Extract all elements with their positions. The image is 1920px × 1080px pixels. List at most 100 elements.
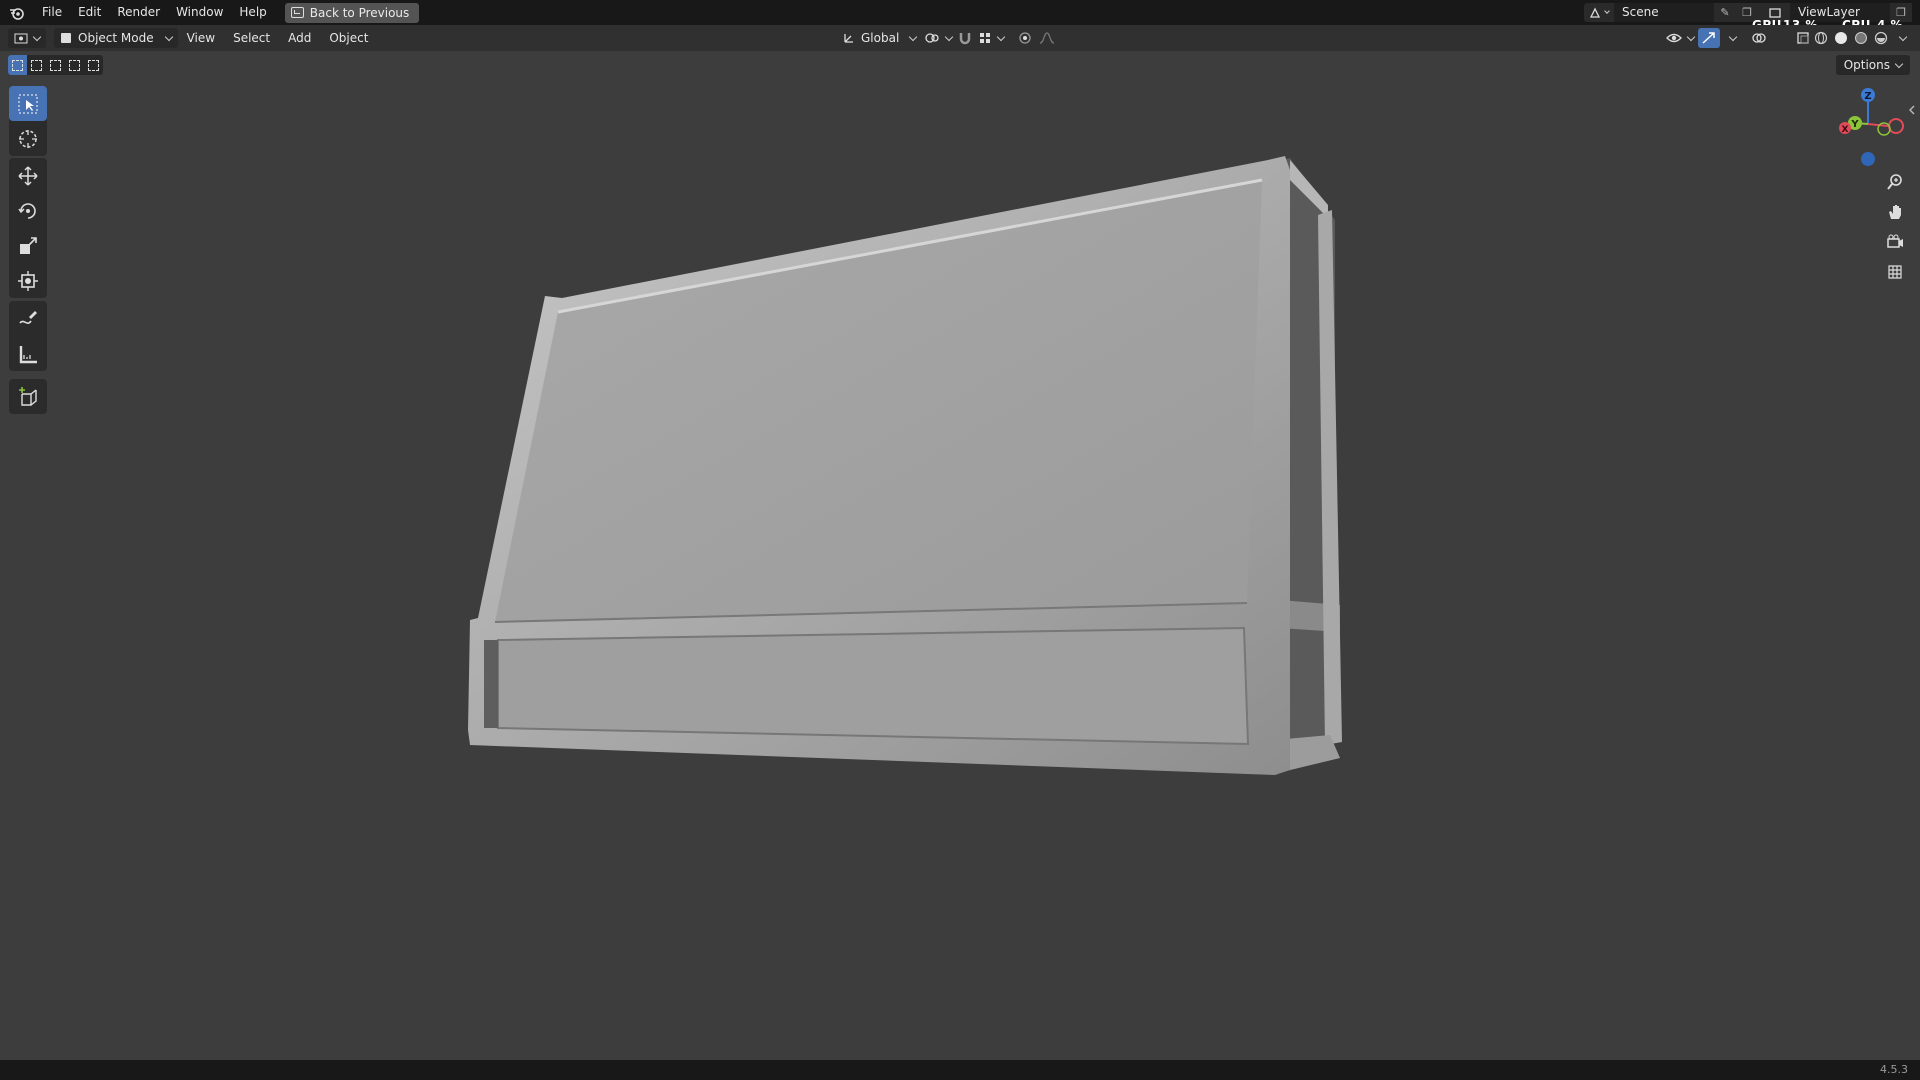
pivot-icon (925, 33, 939, 43)
select-invert-icon (69, 59, 80, 71)
status-bar: 4.5.3 (0, 1060, 1920, 1080)
visibility-dropdown[interactable] (1660, 28, 1700, 48)
camera-icon (1887, 234, 1903, 248)
solid-sphere-icon (1835, 32, 1847, 44)
back-icon (290, 7, 304, 18)
blender-logo-icon[interactable] (0, 0, 34, 25)
toolbar-transform-group (9, 158, 47, 298)
gizmo-z-negative[interactable] (1861, 152, 1875, 166)
mode-dropdown[interactable]: Object Mode (54, 28, 178, 48)
viewport-header: Object Mode View Select Add Object Globa… (0, 25, 1920, 51)
shading-rendered-button[interactable] (1872, 28, 1890, 48)
menu-object[interactable]: Object (320, 25, 377, 51)
hand-icon (1889, 205, 1901, 219)
chevron-down-icon (909, 32, 918, 41)
select-new-icon (12, 59, 23, 71)
select-invert-button[interactable] (65, 55, 84, 75)
snap-target-dropdown[interactable] (972, 28, 1010, 48)
select-box-icon (18, 94, 38, 113)
chevron-down-icon (1728, 32, 1738, 41)
viewport-canvas[interactable] (0, 51, 1920, 1060)
falloff-curve-icon (1039, 32, 1055, 44)
select-extend-icon (31, 59, 42, 71)
wireframe-sphere-icon (1814, 31, 1828, 45)
snap-grid-icon (980, 33, 990, 43)
editor-type-icon (14, 33, 28, 44)
menu-add[interactable]: Add (279, 25, 320, 51)
overlays-icon (1752, 33, 1766, 43)
grid-perspective-icon (1888, 265, 1902, 279)
menu-select[interactable]: Select (224, 25, 279, 51)
chevron-down-icon (32, 32, 42, 41)
chevron-down-icon (1894, 59, 1904, 68)
toolbar-annotate-group (9, 301, 47, 371)
version-label: 4.5.3 (1880, 1063, 1908, 1076)
tool-scale[interactable] (9, 228, 47, 263)
gizmo-y-label: Y (1850, 119, 1859, 130)
rotate-icon (18, 202, 36, 219)
proportional-edit-icon (1019, 32, 1031, 44)
camera-view-button[interactable] (1880, 227, 1910, 257)
menu-window[interactable]: Window (168, 0, 231, 25)
shading-solid-button[interactable] (1832, 28, 1850, 48)
editor-type-button[interactable] (8, 28, 46, 48)
menu-help[interactable]: Help (231, 0, 274, 25)
annotate-pencil-icon (19, 310, 37, 324)
navigation-gizmo[interactable]: Z Y X (1830, 86, 1910, 170)
falloff-dropdown[interactable] (1032, 28, 1062, 48)
tool-move[interactable] (9, 158, 47, 193)
measure-ruler-icon (19, 345, 37, 363)
back-to-previous-button[interactable]: Back to Previous (284, 2, 420, 23)
pin-icon[interactable]: ✎ (1714, 3, 1736, 22)
xray-icon (1797, 32, 1809, 44)
select-subtract-icon (50, 59, 61, 71)
select-subtract-button[interactable] (46, 55, 65, 75)
back-to-previous-label: Back to Previous (309, 5, 410, 20)
menu-render[interactable]: Render (109, 0, 168, 25)
tool-transform[interactable] (9, 263, 47, 298)
menu-view[interactable]: View (178, 25, 224, 51)
scene-selector: Scene ✎ ❐ × (1584, 3, 1780, 22)
tool-measure[interactable] (9, 336, 47, 371)
menu-file[interactable]: File (34, 0, 70, 25)
select-new-button[interactable] (8, 55, 27, 75)
scene-name-field[interactable]: Scene (1614, 3, 1714, 22)
orientation-icon (844, 34, 853, 43)
gizmo-icon (1702, 32, 1715, 44)
tool-select-box[interactable] (9, 86, 47, 121)
chevron-down-icon (164, 32, 173, 41)
chevron-down-icon (1898, 32, 1908, 41)
chevron-down-icon (1604, 8, 1610, 14)
tool-cursor[interactable] (9, 121, 47, 156)
chevron-down-icon (1686, 32, 1696, 41)
options-dropdown[interactable]: Options (1835, 55, 1910, 75)
shading-wireframe-button[interactable] (1812, 28, 1830, 48)
overlays-toggle[interactable] (1745, 28, 1773, 48)
scale-icon (20, 236, 37, 254)
gizmo-x-label: X (1842, 125, 1849, 135)
select-intersect-button[interactable] (84, 55, 103, 75)
tool-rotate[interactable] (9, 193, 47, 228)
select-extend-button[interactable] (27, 55, 46, 75)
gizmo-dropdown[interactable] (1718, 28, 1742, 48)
gizmo-toggle[interactable] (1698, 28, 1720, 48)
perspective-toggle-button[interactable] (1880, 257, 1910, 287)
transform-icon (18, 270, 38, 291)
shading-material-button[interactable] (1852, 28, 1870, 48)
tool-add-cube[interactable] (9, 379, 47, 414)
magnet-icon (959, 33, 971, 45)
zoom-button[interactable] (1880, 167, 1910, 197)
tool-annotate[interactable] (9, 301, 47, 336)
scene-type-button[interactable] (1584, 3, 1614, 22)
cabinet-model[interactable] (468, 156, 1342, 775)
toolbar-add-group (9, 379, 47, 414)
mode-label: Object Mode (78, 31, 154, 45)
zoom-magnifier-icon (1887, 174, 1902, 190)
shading-dropdown[interactable] (1892, 28, 1908, 48)
menu-edit[interactable]: Edit (70, 0, 109, 25)
orientation-label: Global (861, 31, 900, 45)
pan-button[interactable] (1880, 197, 1910, 227)
transform-orientation-dropdown[interactable]: Global (836, 28, 922, 48)
object-mode-icon (61, 33, 71, 43)
gizmo-x-positive[interactable] (1888, 118, 1904, 134)
